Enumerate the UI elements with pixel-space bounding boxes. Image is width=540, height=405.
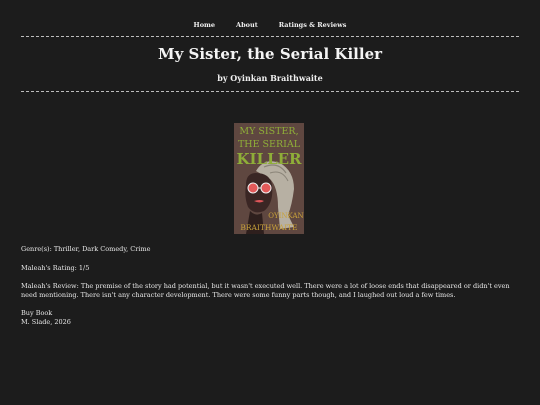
cover-title-line1: MY SISTER, bbox=[239, 126, 298, 137]
bottom-divider bbox=[21, 91, 519, 92]
book-title: My Sister, the Serial Killer bbox=[157, 45, 383, 63]
book-author: by Oyinkan Braithwaite bbox=[217, 73, 323, 83]
book-cover-image: MY SISTER, THE SERIAL KILLER OYINKAN BRA… bbox=[234, 123, 304, 234]
nav-about-link[interactable]: About bbox=[236, 21, 258, 29]
buy-book-link[interactable]: Buy Book bbox=[21, 309, 52, 317]
review-text: Maleah's Review: The premise of the stor… bbox=[21, 282, 510, 299]
cover-author-line2: BRAITHWAITE bbox=[240, 223, 297, 232]
genre-text: Genre(s): Thriller, Dark Comedy, Crime bbox=[21, 245, 151, 253]
rating-text: Maleah's Rating: 1/5 bbox=[21, 264, 90, 272]
nav-home-link[interactable]: Home bbox=[194, 21, 216, 29]
top-nav: Home About Ratings & Reviews bbox=[0, 21, 540, 29]
cover-author-line1: OYINKAN bbox=[268, 212, 303, 220]
footer-credit: M. Slade, 2026 bbox=[21, 318, 71, 326]
nav-ratings-reviews-link[interactable]: Ratings & Reviews bbox=[279, 21, 347, 29]
cover-title-line2: THE SERIAL bbox=[238, 139, 301, 150]
sunglasses-left bbox=[247, 182, 259, 194]
sunglasses-right bbox=[260, 182, 272, 194]
cover-title-line3: KILLER bbox=[236, 150, 302, 168]
page: Home About Ratings & Reviews My Sister, … bbox=[0, 0, 540, 405]
top-divider bbox=[21, 36, 519, 37]
